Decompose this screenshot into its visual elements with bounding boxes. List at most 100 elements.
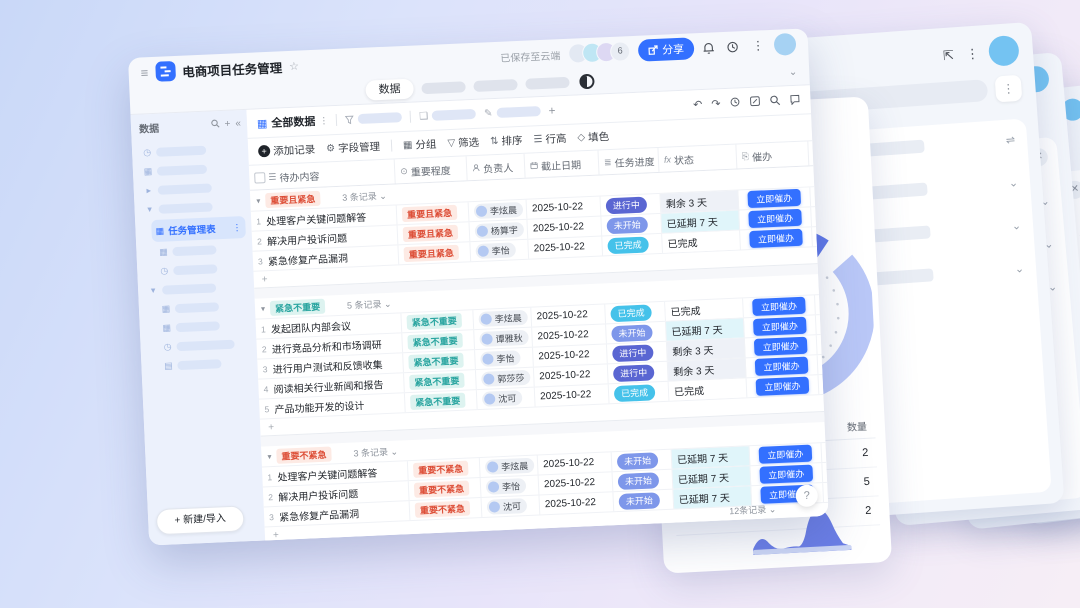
view-placeholder-filter[interactable] (345, 112, 403, 125)
chevron-down-icon[interactable]: ⌄ (1014, 262, 1024, 276)
cell-status[interactable]: 已完成 (665, 298, 744, 321)
cell-due-date[interactable]: 2025-10-22 (526, 196, 602, 219)
column-header-owner[interactable]: 负责人 (466, 153, 526, 181)
cell-priority[interactable]: 重要不紧急 (409, 497, 483, 521)
history-icon[interactable] (726, 40, 743, 54)
urge-now-button[interactable]: 立即催办 (748, 208, 802, 229)
redo-icon[interactable]: ↷ (711, 97, 721, 110)
edit-icon[interactable] (749, 95, 761, 108)
cell-progress[interactable]: 未开始 (613, 489, 675, 512)
filter-button[interactable]: ▽ 筛选 (447, 134, 479, 150)
cell-status[interactable]: 已延期 7 天 (661, 210, 741, 233)
cell-status[interactable]: 剩余 3 天 (667, 358, 747, 381)
cell-due-date[interactable]: 2025-10-22 (531, 304, 607, 327)
cell-progress[interactable]: 进行中 (607, 361, 669, 384)
cell-urge[interactable]: 立即催办 (746, 375, 820, 398)
favorite-star-icon[interactable]: ☆ (289, 59, 299, 72)
cell-progress[interactable]: 已完成 (608, 381, 670, 404)
view-tab-all-data[interactable]: ▦ 全部数据 ⋮ (257, 112, 329, 131)
collapse-arrow-icon[interactable]: ▾ (261, 304, 265, 313)
collapse-arrow-icon[interactable]: ▾ (256, 196, 260, 205)
cell-priority[interactable]: 重要且紧急 (397, 222, 471, 245)
cell-due-date[interactable]: 2025-10-22 (528, 236, 604, 259)
sidebar-item-task-table[interactable]: ▦ 任务管理表 ⋮ (151, 216, 246, 243)
column-header-status[interactable]: fx 状态 (658, 144, 738, 172)
cell-due-date[interactable]: 2025-10-22 (533, 364, 609, 387)
cell-status[interactable]: 剩余 3 天 (660, 190, 740, 213)
search-icon[interactable] (769, 94, 781, 107)
cell-urge[interactable]: 立即催办 (744, 335, 818, 358)
add-view-icon[interactable]: + (548, 103, 556, 117)
column-header-due-date[interactable]: 截止日期 (524, 150, 600, 178)
cell-progress[interactable]: 未开始 (601, 213, 663, 236)
cell-owner[interactable]: 郭莎莎 (475, 367, 535, 390)
cell-urge[interactable]: 立即催办 (749, 443, 823, 466)
cell-progress[interactable]: 未开始 (612, 469, 674, 492)
more-options-icon[interactable]: ⋮ (319, 115, 328, 126)
cell-progress[interactable]: 已完成 (602, 233, 664, 256)
view-placeholder-form[interactable]: ✎ (484, 106, 541, 119)
urge-now-button[interactable]: 立即催办 (752, 296, 806, 316)
cell-status[interactable]: 已完成 (668, 378, 748, 401)
cell-urge[interactable]: 立即催办 (743, 295, 816, 318)
swap-icon[interactable]: ⇌ (1005, 133, 1015, 147)
chevron-down-icon[interactable]: ⌄ (789, 66, 798, 77)
cell-owner[interactable]: 沈可 (481, 495, 541, 517)
fill-color-button[interactable]: ◇ 填色 (577, 129, 609, 145)
share-button[interactable]: 分享 (637, 37, 695, 62)
collapse-sidebar-icon[interactable]: « (235, 118, 241, 129)
cell-urge[interactable]: 立即催办 (740, 227, 813, 250)
urge-now-button[interactable]: 立即催办 (753, 316, 807, 336)
cell-due-date[interactable]: 2025-10-22 (534, 384, 610, 407)
cell-due-date[interactable]: 2025-10-22 (539, 492, 615, 515)
urge-now-button[interactable]: 立即催办 (759, 464, 813, 484)
cell-urge[interactable]: 立即催办 (745, 355, 819, 378)
sidebar-item[interactable]: ▤ (149, 353, 252, 376)
record-count-footer[interactable]: 12条记录 ⌄ (729, 502, 777, 517)
cell-status[interactable]: 已延期 7 天 (672, 466, 752, 489)
cell-progress[interactable]: 进行中 (606, 341, 668, 364)
cell-due-date[interactable]: 2025-10-22 (533, 344, 608, 367)
cell-urge[interactable]: 立即催办 (738, 187, 812, 210)
cell-priority[interactable]: 紧急不重要 (404, 370, 477, 393)
tab-data[interactable]: 数据 (365, 78, 415, 101)
cell-progress[interactable]: 未开始 (611, 449, 673, 472)
user-avatar[interactable] (773, 32, 797, 56)
cell-progress[interactable]: 未开始 (606, 321, 667, 344)
row-height-button[interactable]: ☰ 行高 (533, 130, 567, 146)
select-all-checkbox[interactable] (254, 171, 266, 184)
cell-urge[interactable]: 立即催办 (739, 207, 812, 230)
hamburger-menu-icon[interactable]: ≡ (140, 65, 148, 80)
search-icon[interactable] (210, 119, 220, 130)
urge-now-button[interactable]: 立即催办 (755, 356, 808, 376)
tab-placeholder[interactable] (421, 80, 466, 94)
urge-now-button[interactable]: 立即催办 (747, 188, 801, 209)
more-options-icon[interactable]: ⋮ (750, 38, 767, 53)
cell-due-date[interactable]: 2025-10-22 (532, 324, 607, 347)
cell-priority[interactable]: 紧急不重要 (402, 330, 476, 353)
cell-due-date[interactable]: 2025-10-22 (527, 216, 603, 239)
cell-status[interactable]: 剩余 3 天 (666, 338, 746, 361)
cell-priority[interactable]: 紧急不重要 (403, 350, 476, 373)
cell-due-date[interactable]: 2025-10-22 (537, 452, 613, 475)
cell-status[interactable]: 已完成 (662, 230, 741, 253)
cell-progress[interactable]: 已完成 (605, 301, 666, 324)
cell-priority[interactable]: 紧急不重要 (401, 310, 475, 333)
cell-status[interactable]: 已延期 7 天 (666, 318, 745, 341)
tab-placeholder[interactable] (525, 76, 570, 90)
notification-icon[interactable] (702, 41, 719, 55)
cell-owner[interactable]: 谭雅秋 (474, 327, 533, 350)
chevron-down-icon[interactable]: ⌄ (1011, 219, 1021, 233)
launch-icon[interactable]: ⇱ (940, 47, 956, 63)
add-icon[interactable]: + (224, 119, 230, 130)
cell-owner[interactable]: 杨算宇 (469, 219, 529, 242)
urge-now-button[interactable]: 立即催办 (759, 444, 812, 464)
more-options-icon[interactable]: ⋮ (964, 45, 980, 61)
add-record-button[interactable]: + 添加记录 (257, 141, 316, 158)
cell-owner[interactable]: 李怡 (470, 239, 530, 262)
cell-owner[interactable]: 李怡 (480, 475, 540, 497)
cell-priority[interactable]: 紧急不重要 (404, 390, 478, 413)
cell-priority[interactable]: 重要且紧急 (396, 202, 470, 225)
column-header-priority[interactable]: ⊙ 重要程度 (394, 156, 468, 184)
cell-priority[interactable]: 重要且紧急 (398, 242, 472, 265)
